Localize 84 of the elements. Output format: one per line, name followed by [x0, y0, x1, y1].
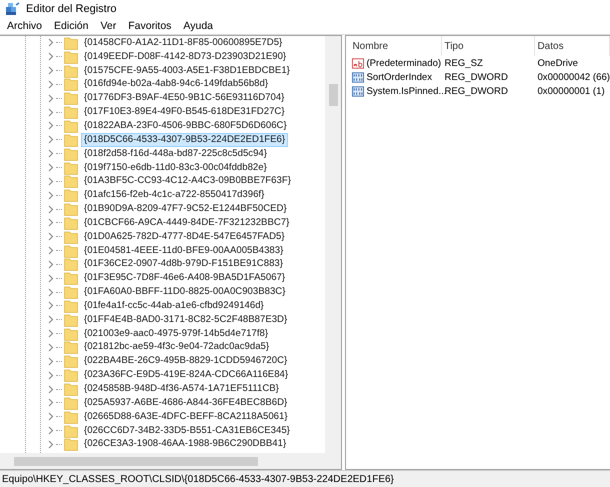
- tree-item[interactable]: {022BA4BE-26C9-495B-8829-1CDD5946720C}: [81, 354, 290, 368]
- folder-icon: [64, 36, 78, 50]
- folder-icon: [64, 77, 78, 92]
- tree-item[interactable]: {01575CFE-9A55-4003-A5E1-F38D1EBDCBE1}: [81, 64, 293, 78]
- value-type: REG_DWORD: [444, 86, 508, 96]
- menu-item[interactable]: Archivo: [2, 20, 48, 32]
- menu-item[interactable]: Ver: [95, 20, 122, 32]
- value-data: 0x00000001 (1): [537, 86, 605, 96]
- folder-icon: [64, 244, 78, 258]
- tree-item[interactable]: {026CC6D7-34B2-33D5-B551-CA31EB6CE345}: [81, 424, 293, 438]
- folder-icon: [64, 257, 78, 272]
- tree-item[interactable]: {0149EEDF-D08F-4142-8D73-D23903D21E90}: [81, 50, 290, 64]
- window-title: Editor del Registro: [26, 3, 116, 15]
- vertical-scrollbar[interactable]: [325, 36, 342, 453]
- value-name[interactable]: SortOrderIndex: [366, 72, 432, 82]
- tree-item[interactable]: {01776DF3-B9AF-4E50-9B1C-56E93116D704}: [81, 91, 288, 106]
- folder-icon: [64, 437, 78, 452]
- folder-icon: [64, 91, 78, 106]
- tree-item[interactable]: {025A5937-A6BE-4686-A844-36FE4BEC8B6D}: [81, 396, 290, 410]
- menu-item[interactable]: Ayuda: [178, 20, 218, 32]
- folder-icon: [64, 340, 78, 354]
- tree-item[interactable]: {018f2d58-f16d-448a-bd87-225c8c5d5c94}: [81, 146, 270, 161]
- tree-item[interactable]: {01822ABA-23F0-4506-9BBC-680F5D6D606C}: [81, 118, 290, 133]
- folder-icon: [64, 298, 78, 313]
- tree-item[interactable]: {019f7150-e6db-11d0-83c3-00c04fddb82e}: [81, 160, 270, 175]
- tree-item[interactable]: {021003e9-aac0-4975-979f-14b5d4e717f8}: [81, 326, 272, 341]
- folder-icon: [64, 230, 78, 244]
- folder-icon: [64, 188, 78, 202]
- folder-icon: [64, 354, 78, 368]
- tree-item[interactable]: {018D5C66-4533-4307-9B53-224DE2ED1FE6}: [81, 132, 288, 147]
- tree-item[interactable]: {01F36CE2-0907-4d8b-979D-F151BE91C883}: [81, 257, 286, 272]
- value-type: REG_DWORD: [444, 72, 508, 82]
- folder-icon: [64, 174, 78, 188]
- folder-icon: [64, 202, 78, 216]
- folder-icon: [64, 285, 78, 300]
- folder-icon: [64, 132, 78, 147]
- tree-item[interactable]: {01A3BF5C-CC93-4C12-A4C3-09B0BBE7F63F}: [81, 174, 294, 188]
- folder-icon: [64, 118, 78, 133]
- tree-item[interactable]: {02665D88-6A3E-4DFC-BEFF-8CA2118A5061}: [81, 410, 291, 424]
- folder-icon: [64, 382, 78, 396]
- tree-item[interactable]: {017F10E3-89E4-49F0-B545-618DE31FD27C}: [81, 105, 288, 120]
- binary-value-icon: [352, 72, 364, 82]
- column-header[interactable]: Tipo: [442, 36, 536, 56]
- tree-item[interactable]: {023A36FC-E9D5-419E-824A-CDC66A116E84}: [81, 368, 292, 382]
- column-header[interactable]: Nombre: [350, 36, 442, 56]
- folder-icon: [64, 64, 78, 78]
- value-data: OneDrive: [537, 58, 578, 68]
- folder-icon: [64, 326, 78, 341]
- tree-item[interactable]: {021812bc-ae59-4f3c-9e04-72adc0ac9da5}: [81, 340, 272, 354]
- value-data: 0x00000042 (66): [537, 72, 610, 82]
- tree-item[interactable]: {026CE3A3-1908-46AA-1988-9B6C290DBB41}: [81, 437, 290, 452]
- folder-icon: [64, 160, 78, 175]
- tree-item[interactable]: {01CBCF66-A9CA-4449-84DE-7F321232BBC7}: [81, 216, 292, 230]
- value-type: REG_SZ: [444, 58, 483, 68]
- tree-item[interactable]: {0245858B-948D-4f36-A574-1A71EF5111CB}: [81, 382, 282, 396]
- tree-item[interactable]: {01afc156-f2eb-4c1c-a722-8550417d396f}: [81, 188, 268, 202]
- status-path: Equipo\HKEY_CLASSES_ROOT\CLSID\{018D5C66-4533-4307-9B53-224DE2ED1FE6}: [2, 474, 394, 484]
- folder-icon: [64, 368, 78, 382]
- folder-icon: [64, 312, 78, 327]
- tree-item[interactable]: {01458CF0-A1A2-11D1-8F85-00600895E7D5}: [81, 36, 286, 50]
- menu-item[interactable]: Favoritos: [123, 20, 176, 32]
- registry-icon: [4, 2, 20, 16]
- tree-item[interactable]: {01F3E95C-7D8F-46e6-A408-9BA5D1FA5067}: [81, 271, 288, 286]
- tree-item[interactable]: {01FA60A0-BBFF-11D0-8825-00A0C903B83C}: [81, 285, 288, 300]
- column-header[interactable]: Datos: [535, 36, 610, 56]
- binary-value-icon: [352, 86, 364, 96]
- tree-item[interactable]: {01D0A625-782D-4777-8D4E-547E6457FAD5}: [81, 230, 288, 244]
- menu-item[interactable]: Edición: [49, 20, 94, 32]
- folder-icon: [64, 410, 78, 424]
- tree-item[interactable]: {016fd94e-b02a-4ab8-94c6-149fdab56b8d}: [81, 77, 272, 92]
- tree-item[interactable]: {01B90D9A-8209-47F7-9C52-E1244BF50CED}: [81, 202, 290, 216]
- folder-icon: [64, 424, 78, 438]
- folder-icon: [64, 146, 78, 161]
- value-name[interactable]: (Predeterminado): [366, 58, 442, 68]
- string-value-icon: [352, 58, 364, 68]
- value-name[interactable]: System.IsPinned...: [366, 86, 446, 96]
- folder-icon: [64, 271, 78, 286]
- folder-icon: [64, 50, 78, 64]
- tree-item[interactable]: {01E04581-4EEE-11d0-BFE9-00AA005B4383}: [81, 244, 286, 258]
- folder-icon: [64, 216, 78, 230]
- folder-icon: [64, 105, 78, 120]
- folder-icon: [64, 396, 78, 410]
- tree-item[interactable]: {01fe4a1f-cc5c-44ab-a1e6-cfbd9249146d}: [81, 298, 267, 313]
- tree-item[interactable]: {01FF4E4B-8AD0-3171-8C82-5C2F48B87E3D}: [81, 312, 290, 327]
